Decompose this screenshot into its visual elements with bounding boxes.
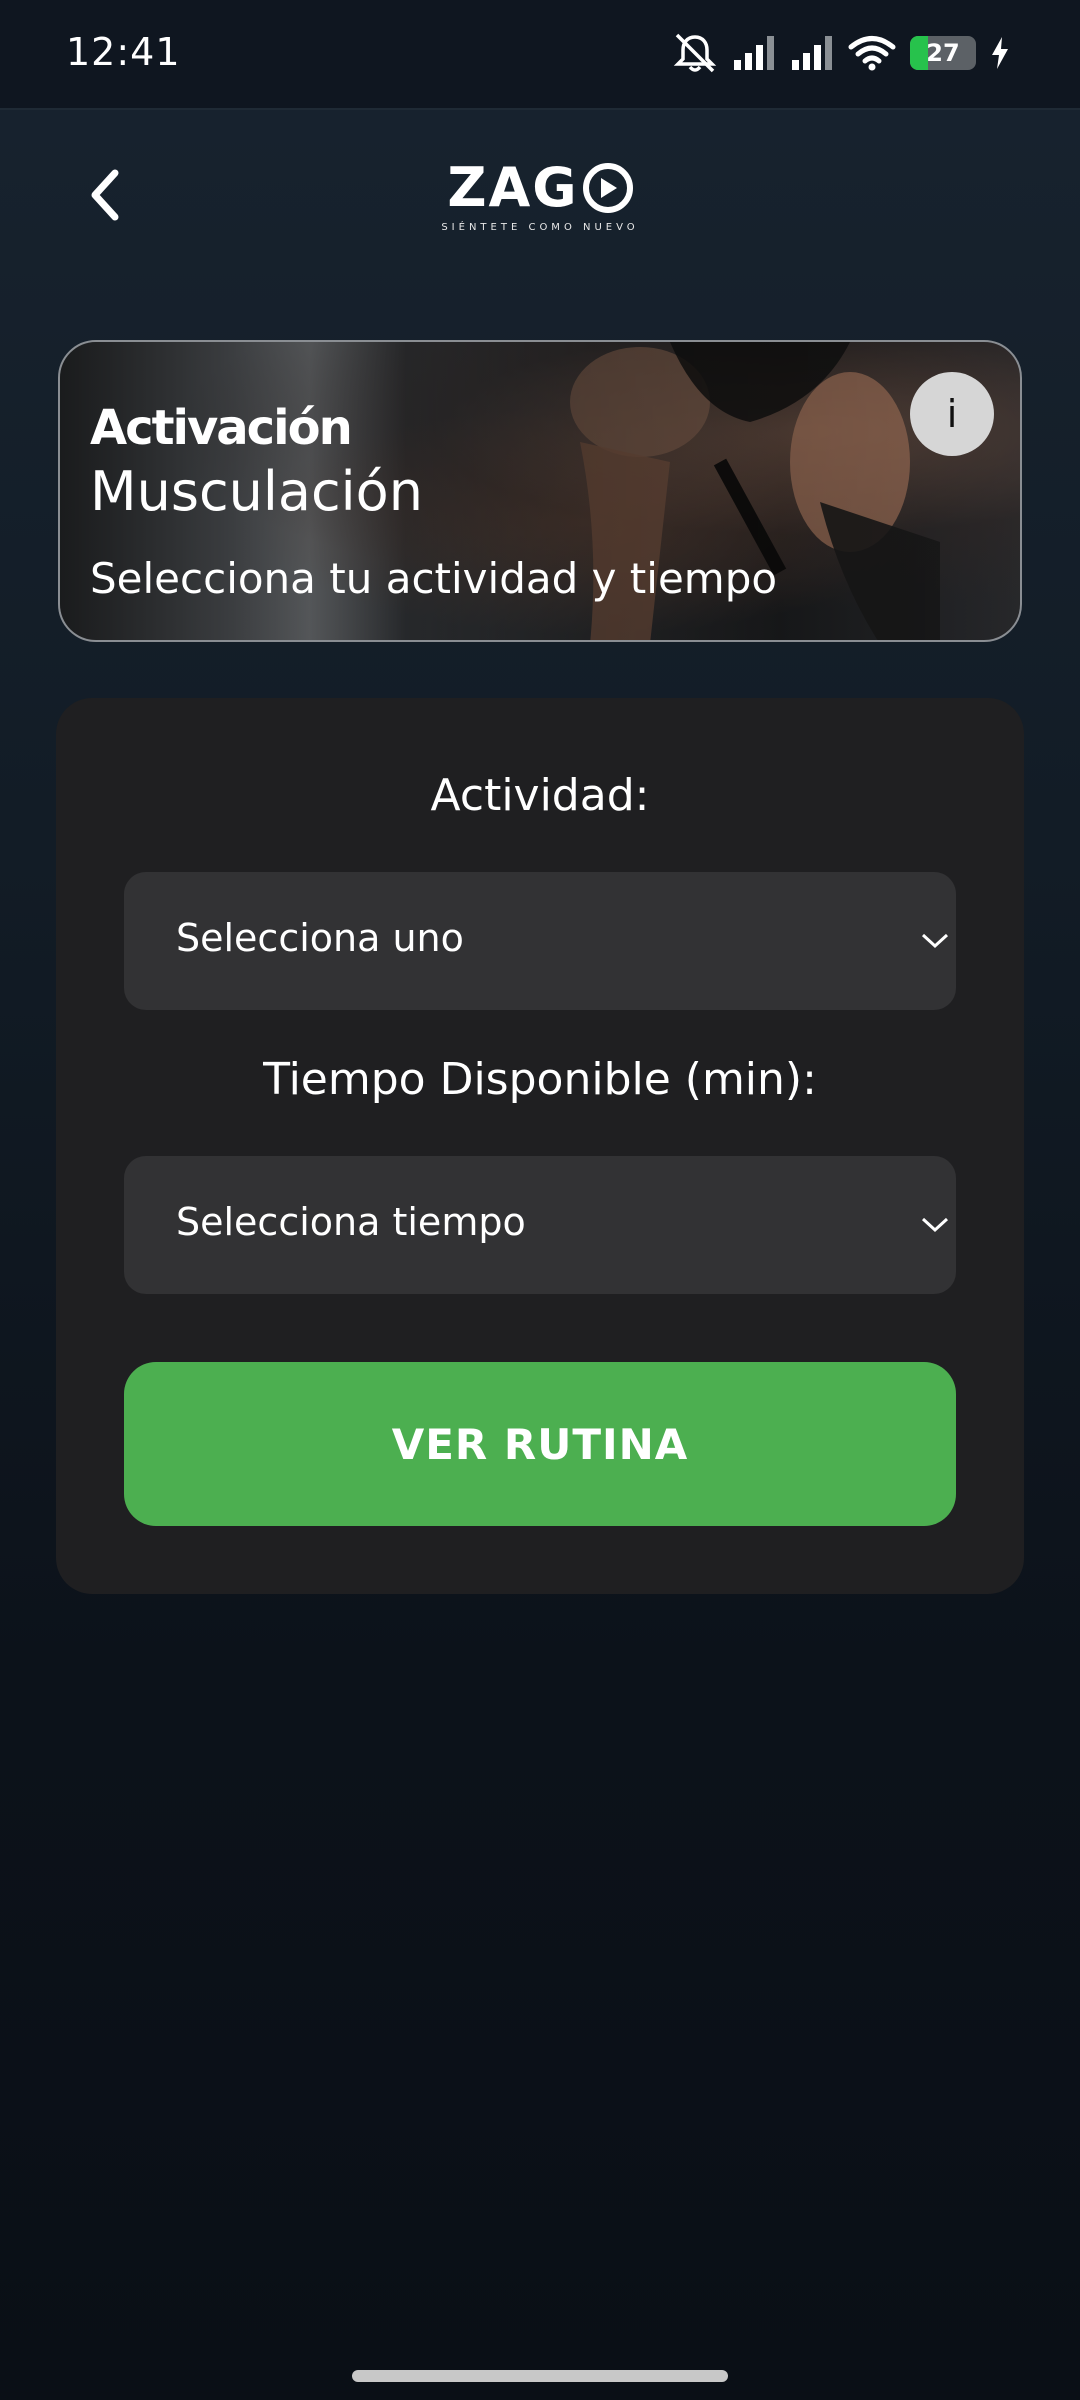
time-select-value: Selecciona tiempo [176,1200,526,1244]
logo-tagline: SIÉNTETE COMO NUEVO [441,222,639,233]
banner-subtitle: Selecciona tu actividad y tiempo [90,554,778,603]
battery-fill [910,36,928,70]
time-select[interactable]: Selecciona tiempo [124,1156,956,1294]
banner-kicker: Activación [90,400,353,456]
back-button[interactable] [70,160,140,230]
home-indicator[interactable] [352,2370,728,2382]
view-routine-button[interactable]: VER RUTINA [124,1362,956,1526]
status-bar: 12:41 27 [0,0,1080,110]
chevron-down-icon [921,1217,949,1233]
info-icon: i [946,392,958,436]
activity-select-value: Selecciona uno [176,916,464,960]
status-icons: 27 [672,28,1010,78]
status-time: 12:41 [66,30,181,74]
info-button[interactable]: i [910,372,994,456]
wifi-icon [848,34,896,72]
signal-icon [732,34,776,72]
activity-banner: Activación Musculación Selecciona tu act… [58,340,1022,642]
time-label: Tiempo Disponible (min): [263,1054,817,1105]
signal-icon [790,34,834,72]
battery-level: 27 [926,39,960,67]
logo-text: ZAG [447,156,579,219]
chevron-down-icon [921,933,949,949]
activity-label: Actividad: [430,770,650,821]
charging-icon [990,36,1010,70]
battery-icon: 27 [910,36,976,70]
app-logo: ZAG SIÉNTETE COMO NUEVO [440,160,640,240]
activity-select[interactable]: Selecciona uno [124,872,956,1010]
routine-form: Actividad: Selecciona uno Tiempo Disponi… [56,698,1024,1594]
chevron-left-icon [91,169,119,221]
bell-off-icon [672,32,718,74]
play-icon [582,163,633,213]
banner-title: Musculación [90,460,423,523]
